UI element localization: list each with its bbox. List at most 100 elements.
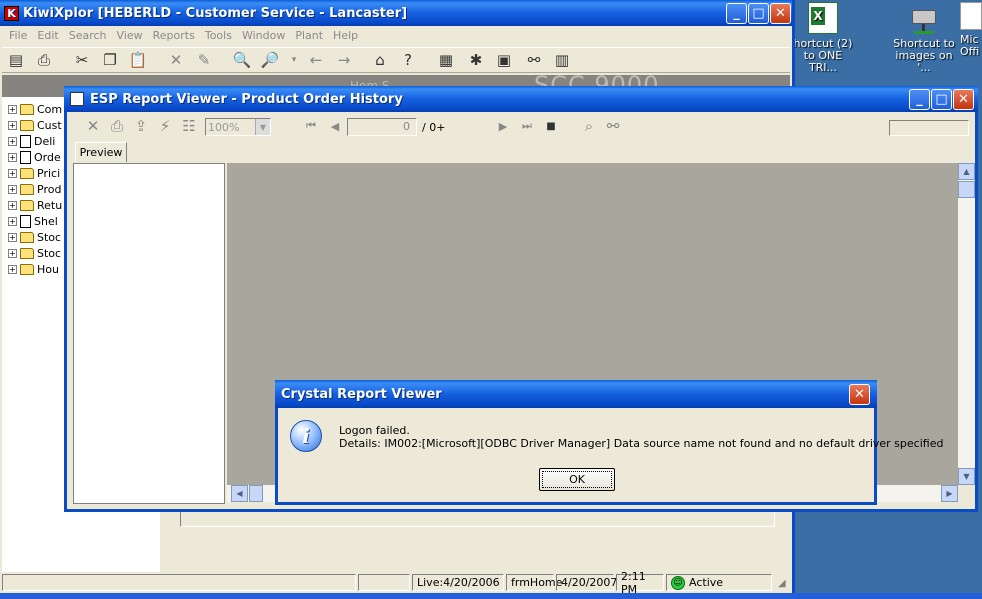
close-button[interactable]: ✕ <box>770 3 791 24</box>
previous-page-icon[interactable]: ◀ <box>323 114 347 138</box>
expand-icon[interactable]: + <box>8 264 17 274</box>
vertical-scrollbar[interactable]: ▲ ▼ <box>958 163 975 485</box>
home-icon[interactable]: ⌂ <box>368 48 392 72</box>
tree-item[interactable]: + Shel <box>8 213 58 229</box>
status-live-date: Live:4/20/2006 <box>412 574 504 591</box>
scroll-down-icon[interactable]: ▼ <box>958 468 975 485</box>
expand-icon[interactable]: + <box>8 232 17 242</box>
main-titlebar[interactable]: K KiwiXplor [HEBERLD - Customer Service … <box>0 0 792 26</box>
folder-icon <box>20 167 34 179</box>
tree-item[interactable]: + Prici <box>8 165 60 181</box>
help-pointer-icon[interactable]: ? <box>396 48 420 72</box>
expand-icon[interactable]: + <box>8 248 17 258</box>
tree-item-label: Cust <box>37 118 62 132</box>
grid-icon[interactable]: ▥ <box>550 48 574 72</box>
find-icon[interactable]: 🔍 <box>230 48 254 72</box>
binoculars-icon[interactable]: ⚯ <box>522 48 546 72</box>
tree-item[interactable]: + Deli <box>8 133 55 149</box>
viewer-maximize-button[interactable]: □ <box>931 89 952 110</box>
expand-icon[interactable]: + <box>8 168 17 178</box>
viewer-minimize-button[interactable]: _ <box>909 89 930 110</box>
desktop-shortcut-office[interactable]: Mic Offi <box>960 2 982 58</box>
folder-icon <box>20 183 34 195</box>
desktop-shortcut-excel[interactable]: X hortcut (2) to ONE TRI... <box>792 2 854 74</box>
next-page-icon[interactable]: ▶ <box>491 114 515 138</box>
forward-arrow-icon[interactable]: → <box>332 48 356 72</box>
refresh-lightning-icon[interactable]: ⚡ <box>153 114 177 138</box>
binoculars-icon[interactable]: ⚯ <box>601 114 625 138</box>
menu-reports[interactable]: Reports <box>148 29 200 42</box>
dialog-titlebar[interactable]: Crystal Report Viewer ✕ <box>275 380 877 408</box>
image-icon[interactable]: ▣ <box>492 48 516 72</box>
smiley-status-icon: ☺ <box>671 575 685 590</box>
viewer-close-button[interactable]: ✕ <box>953 89 974 110</box>
zoom-select[interactable]: 100% ▼ <box>205 118 271 136</box>
resize-grip-icon[interactable]: ◢ <box>778 578 786 589</box>
scroll-up-icon[interactable]: ▲ <box>958 163 975 180</box>
report-icon[interactable]: ▦ <box>434 48 458 72</box>
menu-help[interactable]: Help <box>328 29 363 42</box>
minimize-button[interactable]: _ <box>726 3 747 24</box>
tree-item[interactable]: + Prod <box>8 181 61 197</box>
first-page-icon[interactable]: ⏮ <box>299 114 323 138</box>
cut-icon[interactable]: ✂ <box>70 48 94 72</box>
network-drive-icon <box>908 6 940 36</box>
chevron-down-icon[interactable]: ▼ <box>255 119 270 135</box>
export-icon[interactable]: ⇪ <box>129 114 153 138</box>
find-next-icon[interactable]: 🔎 <box>258 48 282 72</box>
scroll-right-icon[interactable]: ▶ <box>941 485 958 502</box>
tree-item[interactable]: + Stoc <box>8 245 61 261</box>
new-folder-icon[interactable]: ✱ <box>464 48 488 72</box>
scroll-thumb[interactable] <box>958 181 975 198</box>
tree-item[interactable]: + Com <box>8 101 62 117</box>
search-text-icon[interactable]: ⌕ <box>577 114 601 138</box>
expand-icon[interactable]: + <box>8 120 17 130</box>
document-icon <box>20 134 31 148</box>
expand-icon[interactable]: + <box>8 152 17 162</box>
back-arrow-icon[interactable]: ← <box>304 48 328 72</box>
menu-tools[interactable]: Tools <box>200 29 237 42</box>
expand-icon[interactable]: + <box>8 184 17 194</box>
edit-icon[interactable]: ✎ <box>192 48 216 72</box>
close-report-icon[interactable]: ✕ <box>81 114 105 138</box>
menu-view[interactable]: View <box>112 29 148 42</box>
maximize-button[interactable]: □ <box>748 3 769 24</box>
tree-item[interactable]: + Retu <box>8 197 62 213</box>
report-toolbar: ✕ ⎙ ⇪ ⚡ ☷ 100% ▼ ⏮ ◀ 0 / 0+ ▶ ⏭ ■ ⌕ ⚯ <box>67 114 975 140</box>
menu-plant[interactable]: Plant <box>290 29 328 42</box>
expand-icon[interactable]: + <box>8 136 17 146</box>
dropdown-arrow-icon[interactable]: ▾ <box>282 48 306 72</box>
error-dialog: Crystal Report Viewer ✕ i Logon failed. … <box>275 380 943 505</box>
desktop-shortcut-images[interactable]: Shortcut to images on '... <box>888 6 960 74</box>
paste-icon[interactable]: 📋 <box>126 48 150 72</box>
tree-item[interactable]: + Cust <box>8 117 62 133</box>
group-tree-icon[interactable]: ☷ <box>177 114 201 138</box>
menu-edit[interactable]: Edit <box>32 29 63 42</box>
delete-icon[interactable]: ✕ <box>164 48 188 72</box>
stop-icon[interactable]: ■ <box>539 114 563 138</box>
expand-icon[interactable]: + <box>8 104 17 114</box>
scroll-left-icon[interactable]: ◀ <box>231 485 248 502</box>
print-report-icon[interactable]: ⎙ <box>105 114 129 138</box>
ok-button[interactable]: OK <box>539 468 615 491</box>
print-icon[interactable]: ⎙ <box>32 48 56 72</box>
expand-icon[interactable]: + <box>8 216 17 226</box>
page-number-input[interactable]: 0 <box>347 118 417 136</box>
new-icon[interactable]: ▤ <box>4 48 28 72</box>
menu-search[interactable]: Search <box>64 29 112 42</box>
tree-item[interactable]: + Hou <box>8 261 59 277</box>
last-page-icon[interactable]: ⏭ <box>515 114 539 138</box>
menu-window[interactable]: Window <box>237 29 290 42</box>
report-viewer-titlebar[interactable]: ESP Report Viewer - Product Order Histor… <box>64 86 978 112</box>
menu-file[interactable]: File <box>4 29 32 42</box>
dialog-close-button[interactable]: ✕ <box>849 384 870 405</box>
tab-preview[interactable]: Preview <box>75 142 127 162</box>
status-empty <box>358 574 410 591</box>
tree-item[interactable]: + Stoc <box>8 229 61 245</box>
copy-icon[interactable]: ❐ <box>98 48 122 72</box>
expand-icon[interactable]: + <box>8 200 17 210</box>
status-state: ☺ Active <box>666 574 772 591</box>
hscroll-thumb[interactable] <box>249 485 263 502</box>
tree-item[interactable]: + Orde <box>8 149 61 165</box>
group-tree-panel <box>73 163 225 504</box>
